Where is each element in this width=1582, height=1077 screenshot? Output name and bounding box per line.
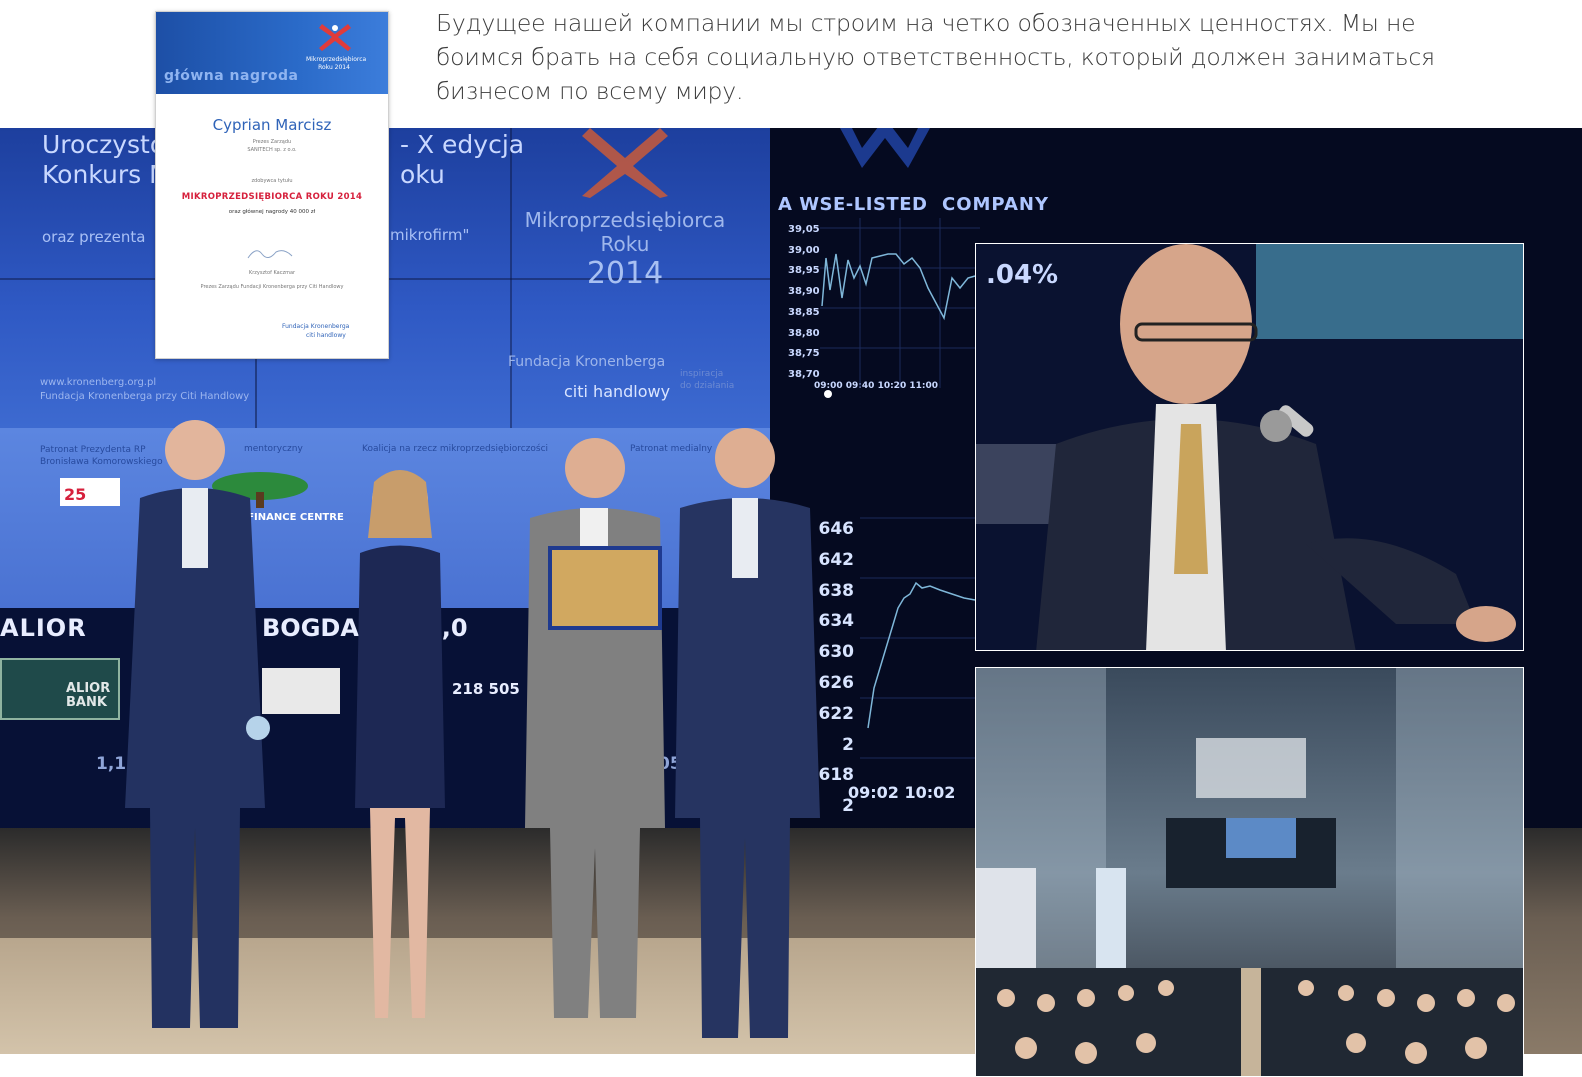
certificate-company: SANITECH sp. z o.o. bbox=[247, 147, 297, 153]
page-number-fragment bbox=[1531, 1050, 1582, 1077]
certificate-title: MIKROPRZEDSIĘBIORCA ROKU 2014 bbox=[181, 192, 363, 202]
certificate-signer-role: Prezes Zarządu Fundacji Kronenberga przy… bbox=[200, 284, 344, 290]
certificate-recipient-name: Cyprian Marcisz bbox=[212, 116, 332, 134]
man-right-figure bbox=[675, 428, 820, 1038]
speaker-scene bbox=[976, 244, 1523, 650]
certificate-awarded-label: zdobywca tytułu bbox=[251, 178, 293, 184]
speaker-inset-photo: .04% bbox=[975, 243, 1524, 651]
certificate-foot-line2: citi handlowy bbox=[306, 332, 346, 339]
signature-mark bbox=[247, 250, 293, 259]
speaker-overlay-text: .04% bbox=[986, 260, 1059, 290]
certificate-position: Prezes Zarządu bbox=[252, 139, 292, 145]
certificate-foot-line1: Fundacja Kronenberga bbox=[282, 323, 350, 330]
certificate-header-label: główna nagroda bbox=[164, 68, 299, 84]
man-left-figure bbox=[125, 420, 270, 1028]
certificate-logo-text: Mikroprzedsiębiorca Roku 2014 bbox=[306, 56, 367, 71]
certificate-header: główna nagroda Mikroprzedsiębiorca Roku … bbox=[156, 12, 388, 94]
audience-hall-scene bbox=[976, 668, 1523, 1076]
chart-marker-dot bbox=[824, 390, 832, 398]
woman-figure bbox=[355, 470, 445, 1018]
bottom-price-line bbox=[867, 581, 976, 729]
intro-paragraph: Будущее нашей компании мы строим на четк… bbox=[436, 9, 1435, 105]
certificate-logo-icon bbox=[319, 24, 351, 51]
award-certificate: główna nagroda Mikroprzedsiębiorca Roku … bbox=[155, 11, 389, 359]
certificate-signer: Krzysztof Kaczmar bbox=[248, 270, 296, 276]
audience-hall-inset-photo bbox=[975, 667, 1524, 1077]
certificate-footer-logo: Fundacja Kronenberga citi handlowy bbox=[282, 322, 349, 340]
certificate-prize: oraz głównej nagrody 40 000 zł bbox=[228, 209, 316, 215]
